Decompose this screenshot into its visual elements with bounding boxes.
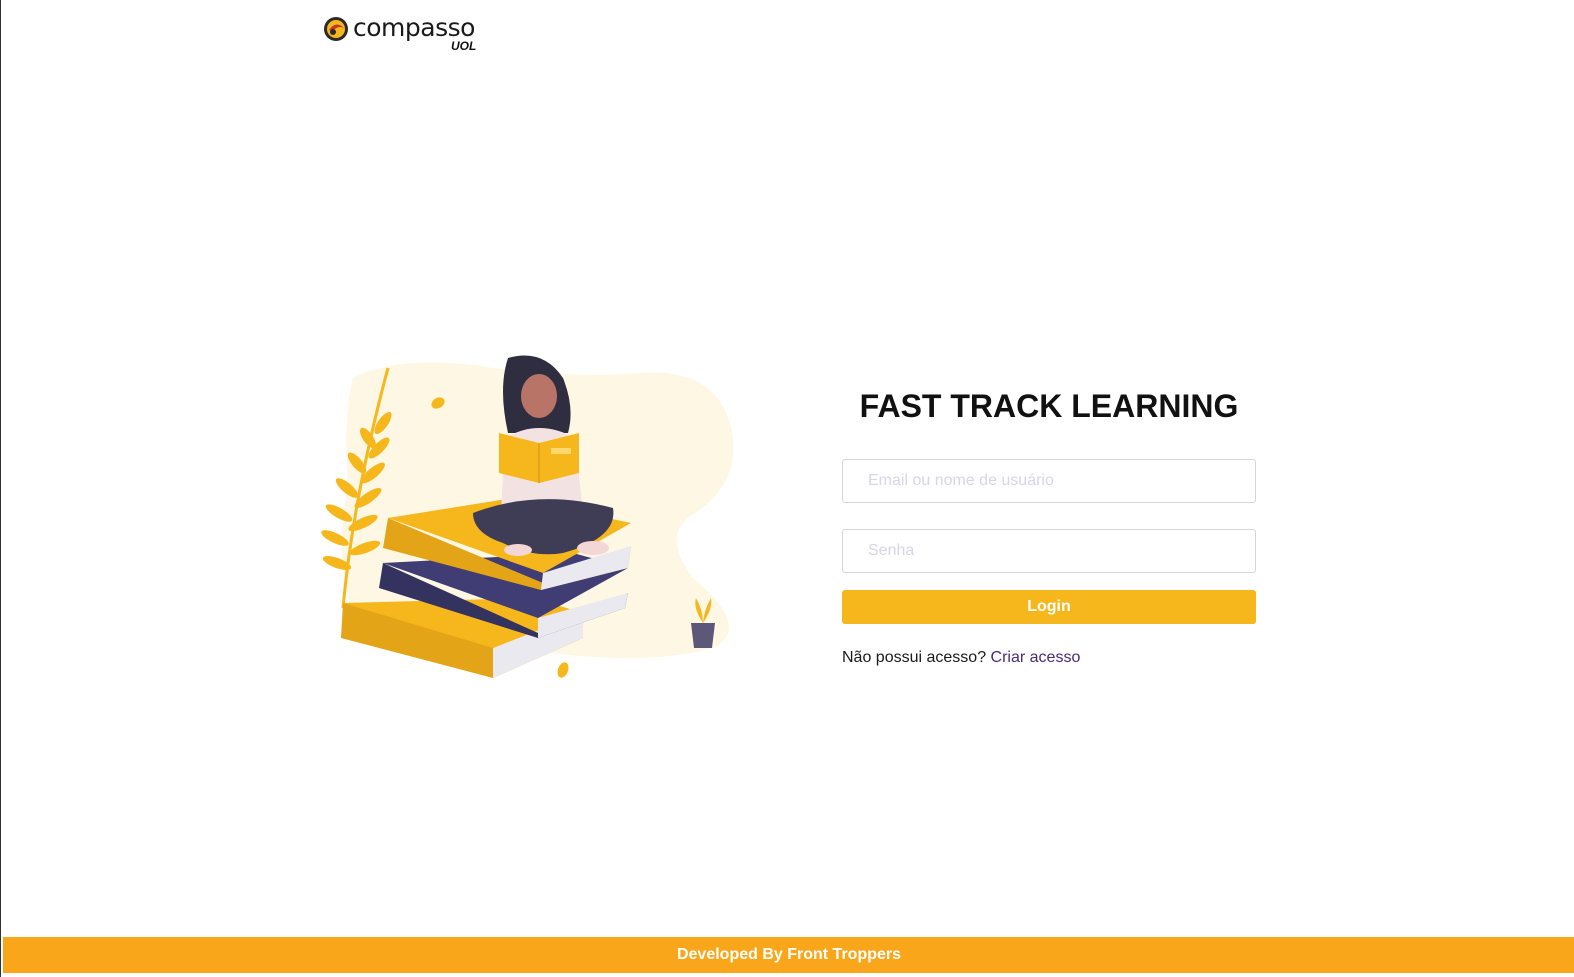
woman-reading-on-books-illustration	[321, 355, 734, 678]
compasso-uol-logo: compasso UOL	[323, 13, 483, 54]
page-title: FAST TRACK LEARNING	[859, 388, 1239, 424]
logo-sub: UOL	[451, 39, 477, 53]
create-access-link[interactable]: Criar acesso	[991, 649, 1081, 666]
login-button[interactable]: Login	[842, 590, 1256, 624]
signup-prompt: Não possui acesso?	[842, 649, 987, 666]
password-input[interactable]	[842, 529, 1256, 573]
email-input[interactable]	[842, 459, 1256, 503]
signup-row: Não possui acesso? Criar acesso	[842, 648, 1080, 668]
footer: Developed By Front Troppers	[3, 937, 1574, 973]
footer-text: Developed By Front Troppers	[676, 946, 902, 963]
compasso-logo-icon	[324, 17, 348, 41]
page-frame: compasso UOL FAST TRACK LEARNING Email o…	[0, 0, 1574, 977]
